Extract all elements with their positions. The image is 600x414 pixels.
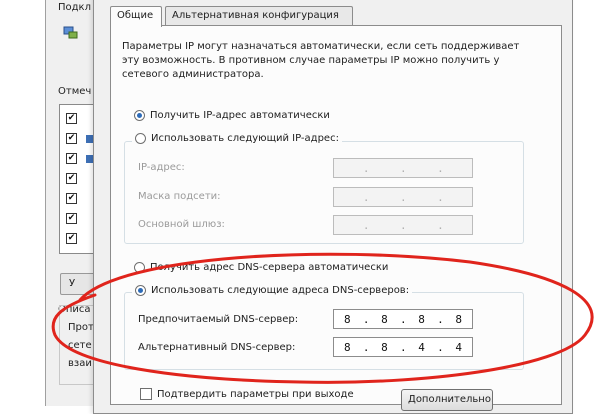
ip-address-label: IP-адрес: [138,162,185,173]
default-gateway-field[interactable]: ... [333,215,473,235]
dns-manual-radio[interactable] [135,285,146,296]
description-text: сете [68,340,92,351]
ip-address-field[interactable]: ... [333,158,473,178]
validate-settings-checkbox[interactable] [140,388,152,400]
alternate-dns-field[interactable]: 8. 8. 4. 4 [333,337,473,357]
validate-settings-label: Подтвердить параметры при выходе [157,388,354,400]
alternate-dns-octet-3: 4 [418,340,425,354]
ip-manual-radio-row[interactable]: Использовать следующий IP-адрес: [132,133,342,144]
network-adapter-icon [63,24,79,40]
alternate-dns-octet-4: 4 [455,340,462,354]
alternate-dns-label: Альтернативный DNS-сервер: [138,342,296,353]
component-checkbox[interactable]: ✔ [66,193,77,204]
install-button-label: У [69,278,76,289]
dns-manual-group [124,292,524,370]
validate-settings-row[interactable]: Подтвердить параметры при выходе [140,388,354,400]
default-gateway-label: Основной шлюз: [138,219,225,230]
component-checkbox[interactable]: ✔ [66,233,77,244]
ip-manual-radio[interactable] [135,133,146,144]
dns-auto-radio[interactable] [134,262,145,273]
preferred-dns-label: Предпочитаемый DNS-сервер: [138,314,299,325]
preferred-dns-octet-2: 8 [381,312,388,326]
ip-manual-label: Использовать следующий IP-адрес: [151,133,339,144]
intro-text: Параметры IP могут назначаться автоматич… [122,41,520,80]
preferred-dns-octet-4: 8 [455,312,462,326]
alternate-dns-octet-2: 8 [381,340,388,354]
ip-auto-label: Получить IP-адрес автоматически [150,110,330,121]
component-checkbox[interactable]: ✔ [66,113,77,124]
ip-auto-radio[interactable] [134,110,145,121]
preferred-dns-field[interactable]: 8. 8. 8. 8 [333,309,473,329]
component-checkbox[interactable]: ✔ [66,133,77,144]
component-checkbox[interactable]: ✔ [66,153,77,164]
component-checkbox[interactable]: ✔ [66,213,77,224]
component-checkbox[interactable]: ✔ [66,173,77,184]
ip-auto-radio-row[interactable]: Получить IP-адрес автоматически [134,110,330,121]
preferred-dns-octet-1: 8 [343,312,351,326]
dns-manual-label: Использовать следующие адреса DNS-сервер… [151,285,410,296]
description-text: Прот [68,322,94,333]
alternate-dns-octet-1: 8 [343,340,351,354]
dns-manual-radio-row[interactable]: Использовать следующие адреса DNS-сервер… [132,285,413,296]
subnet-mask-field[interactable]: ... [333,187,473,207]
dns-auto-label: Получить адрес DNS-сервера автоматически [150,262,389,273]
description-text: взаи [68,358,92,369]
advanced-button[interactable]: Дополнительно... [401,389,493,411]
tab-alternate-configuration[interactable]: Альтернативная конфигурация [165,6,353,26]
tab-general[interactable]: Общие [110,6,162,27]
preferred-dns-octet-3: 8 [418,312,425,326]
subnet-mask-label: Маска подсети: [138,191,221,202]
dns-auto-radio-row[interactable]: Получить адрес DNS-сервера автоматически [134,262,388,273]
